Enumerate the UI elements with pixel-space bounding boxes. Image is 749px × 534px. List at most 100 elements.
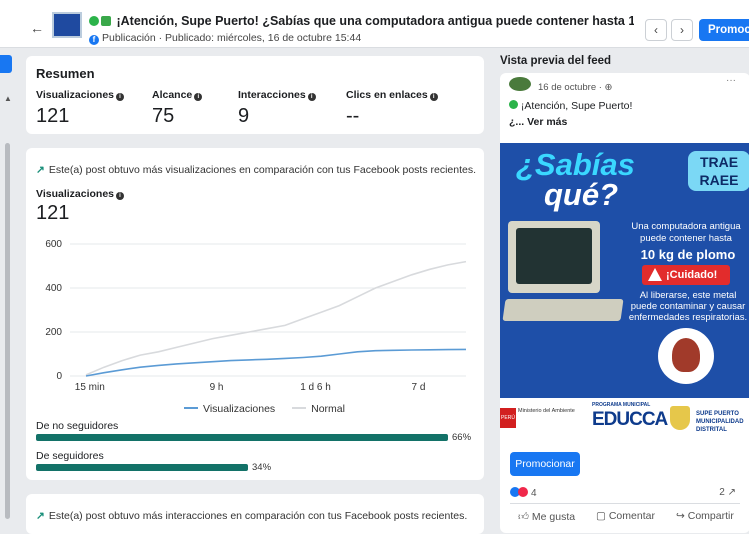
top-bar: ← ¡Atención, Supe Puerto! ¿Sabías que un…	[0, 0, 749, 48]
legend-item: Visualizaciones	[203, 403, 276, 415]
educca-logo: EDUCCA	[592, 409, 668, 430]
left-panel-button[interactable]	[0, 55, 12, 73]
post-date: 16 de octubre · ⊕	[538, 82, 613, 93]
metric-link-clicks: Clics en enlaces i --	[346, 89, 438, 128]
followers-label: De seguidores	[36, 450, 104, 462]
scrollbar[interactable]: ▲	[0, 88, 14, 519]
post-title-text: ¡Atención, Supe Puerto! ¿Sabías que una …	[116, 14, 634, 28]
promote-button[interactable]: Promocion	[699, 19, 749, 41]
x-tick-label: 15 min	[75, 382, 105, 393]
green-circle-icon	[89, 16, 99, 26]
municipal-shield-icon	[670, 406, 690, 430]
more-options-icon[interactable]: ···	[726, 75, 736, 86]
info-icon[interactable]: i	[194, 93, 203, 101]
image-title-line2: qué?	[544, 177, 619, 212]
views-value: 121	[36, 202, 70, 224]
reactions-count: 4	[531, 488, 537, 499]
scrollbar-thumb[interactable]	[5, 143, 10, 519]
trend-up-icon: ↗	[36, 510, 45, 522]
comment-label: Comentar	[608, 510, 655, 522]
supe-puerto-logo: SUPE PUERTO MUNICIPALIDAD DISTRITAL	[696, 411, 744, 433]
trend-note: ↗ Este(a) post obtuvo más visualizaciones…	[36, 164, 476, 176]
interactions-card: ↗ Este(a) post obtuvo más interacciones e…	[26, 494, 484, 534]
metric-views: Visualizaciones i 121	[36, 89, 125, 128]
warning-banner: ¡Cuidado!	[642, 265, 730, 285]
coughing-woman-illustration	[658, 328, 714, 384]
peru-logo: PERÚ	[500, 408, 516, 428]
trend-text: Este(a) post obtuvo más visualizaciones …	[48, 164, 477, 176]
trae-raee-badge: TRAE RAEE	[688, 151, 749, 191]
x-tick-label: 7 d	[412, 382, 426, 393]
logos-strip: PERÚ Ministerio del Ambiente PROGRAMA MU…	[500, 398, 749, 438]
info-icon[interactable]: i	[116, 192, 125, 200]
chevron-left-icon: ‹	[654, 23, 658, 37]
page-avatar	[509, 77, 531, 91]
facebook-icon: f	[89, 35, 99, 45]
scroll-up-icon[interactable]: ▲	[4, 94, 12, 103]
info-icon[interactable]: i	[429, 93, 438, 101]
post-text: ¡Atención, Supe Puerto!	[509, 100, 632, 112]
x-tick-label: 1 d 6 h	[300, 382, 331, 393]
reactions[interactable]: 4	[510, 487, 537, 499]
shares[interactable]: 2 ↗	[719, 487, 736, 498]
metric-label: Alcance	[152, 89, 193, 101]
comment-icon: ▢	[596, 510, 606, 522]
x-tick-label: 9 h	[210, 382, 224, 393]
globe-icon: ⊕	[604, 82, 613, 93]
like-label: Me gusta	[531, 511, 576, 523]
views-card: ↗ Este(a) post obtuvo más visualizaciones…	[26, 148, 484, 480]
y-tick-label: 600	[45, 239, 62, 250]
post-text-body: ¡Atención, Supe Puerto!	[520, 100, 633, 112]
image-highlight: 10 kg de plomo	[640, 247, 736, 262]
post-thumbnail	[52, 12, 82, 38]
old-computer-illustration	[508, 221, 600, 293]
views-label: Visualizaciones i	[36, 188, 125, 200]
share-button[interactable]: ↪ Compartir	[676, 510, 734, 522]
metric-label: Clics en enlaces	[346, 89, 428, 101]
views-line-chart: 0 200 400 600 15 min 9 h 1 d 6 h 7 d	[45, 239, 467, 393]
post-subtitle: f Publicación · Publicado: miércoles, 16 …	[89, 32, 361, 45]
green-circle-icon	[509, 100, 518, 109]
back-arrow-icon[interactable]: ←	[30, 20, 44, 36]
next-post-button[interactable]: ›	[671, 19, 693, 41]
like-button[interactable]: 👍︎ Me gusta	[518, 510, 575, 523]
series-line-normal	[85, 260, 467, 376]
info-icon[interactable]: i	[116, 93, 125, 101]
program-label: PROGRAMA MUNICIPAL	[592, 402, 651, 408]
image-text: Una computadora antigua puede contener h…	[631, 221, 741, 244]
post-subtitle-text: Publicación · Publicado: miércoles, 16 d…	[102, 32, 362, 44]
recycle-icon	[101, 16, 111, 26]
y-tick-label: 200	[45, 327, 62, 338]
previous-post-button[interactable]: ‹	[645, 19, 667, 41]
metric-interactions: Interacciones i 9	[238, 89, 316, 128]
divider	[510, 503, 740, 504]
post-image[interactable]: ¿Sabías qué? TRAE RAEE Una computadora a…	[500, 143, 749, 438]
y-tick-label: 400	[45, 283, 62, 294]
trend-up-icon: ↗	[36, 164, 45, 176]
info-icon[interactable]: i	[307, 93, 316, 101]
ministry-logo: Ministerio del Ambiente	[518, 408, 575, 414]
non-followers-label: De no seguidores	[36, 420, 119, 432]
comment-button[interactable]: ▢ Comentar	[596, 510, 655, 522]
shares-count: 2	[719, 487, 725, 498]
keyboard-illustration	[502, 299, 624, 321]
post-date-text: 16 de octubre ·	[538, 82, 605, 93]
chart-legend: Visualizaciones Normal	[184, 403, 345, 415]
promote-post-button[interactable]: Promocionar	[510, 452, 580, 476]
share-icon: ↪	[676, 510, 685, 522]
image-warning-text: Al liberarse, este metal puede contamina…	[628, 290, 748, 323]
metric-value: --	[346, 105, 360, 127]
non-followers-percent: 66%	[452, 432, 472, 443]
trend-note: ↗ Este(a) post obtuvo más interacciones e…	[36, 510, 467, 522]
metric-label: Interacciones	[238, 89, 306, 101]
series-line-visualizaciones	[85, 348, 467, 377]
non-followers-bar	[36, 434, 448, 441]
followers-percent: 34%	[252, 462, 272, 473]
see-more-link[interactable]: ¿... Ver más	[509, 116, 567, 128]
followers-bar	[36, 464, 248, 471]
metric-value: 121	[36, 105, 70, 127]
warning-icon	[648, 268, 662, 281]
metric-value: 9	[238, 105, 250, 127]
chevron-right-icon: ›	[680, 23, 684, 37]
feed-preview-card: 16 de octubre · ⊕ ··· ¡Atención, Supe Pu…	[500, 73, 749, 533]
